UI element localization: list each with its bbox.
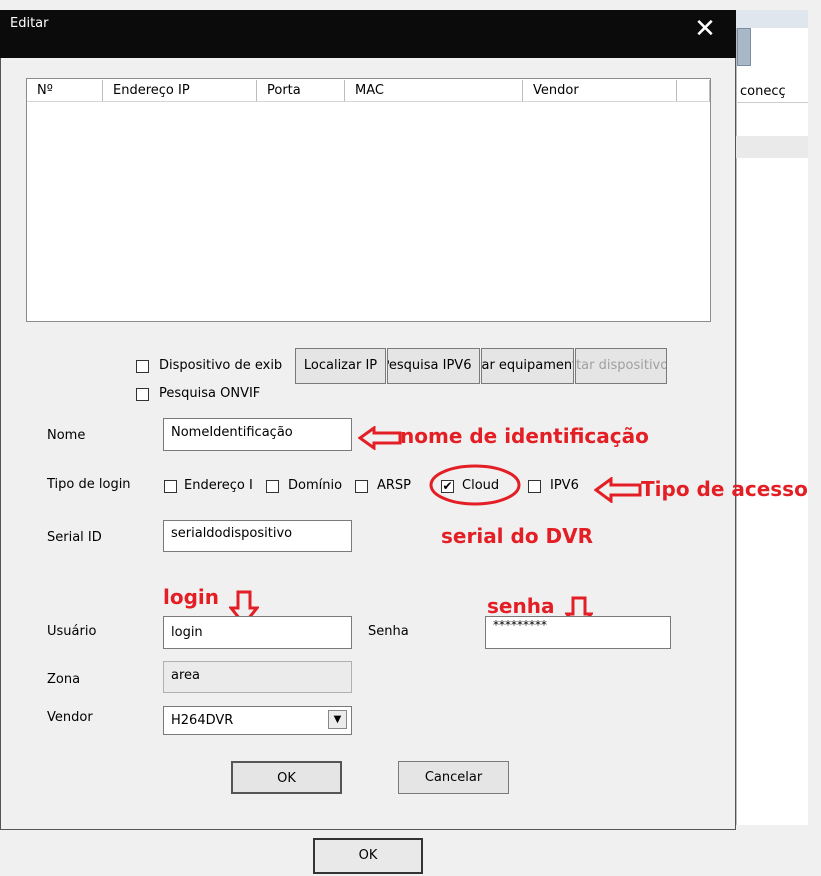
usuario-input[interactable]: login <box>163 616 352 649</box>
dialog-titlebar[interactable] <box>0 10 736 58</box>
tipo-annotation: Tipo de acesso <box>641 477 808 501</box>
serial-label: Serial ID <box>47 530 102 545</box>
background-window <box>736 10 808 825</box>
editar-dispositivo-button[interactable]: Editar dispositivo <box>575 348 667 384</box>
ok-button[interactable]: OK <box>231 761 342 794</box>
dispositivo-checkbox-label: Dispositivo de exib <box>159 358 283 373</box>
tipo-login-label: Tipo de login <box>47 477 131 492</box>
serial-input[interactable]: serialdodispositivo <box>163 520 352 552</box>
login-type-ipv6-label: IPV6 <box>550 478 579 493</box>
login-type-arsp-label: ARSP <box>377 478 412 493</box>
onvif-checkbox-label: Pesquisa ONVIF <box>159 386 261 401</box>
dialog-title: Editar <box>10 16 49 31</box>
nome-label: Nome <box>47 428 86 443</box>
zona-input: area <box>163 661 352 693</box>
column-header-mac[interactable]: MAC <box>345 80 523 102</box>
dispositivo-checkbox[interactable] <box>136 360 149 373</box>
cancelar-button[interactable]: Cancelar <box>398 761 509 794</box>
vendor-select[interactable]: H264DVR <box>163 706 352 735</box>
nome-input[interactable]: NomeIdentificação <box>163 418 352 451</box>
column-header-port[interactable]: Porta <box>257 80 345 102</box>
zona-label: Zona <box>47 672 81 687</box>
nome-annotation: nome de identificação <box>400 424 649 448</box>
column-header-vendor[interactable]: Vendor <box>523 80 677 102</box>
onvif-checkbox[interactable] <box>136 388 149 401</box>
background-toolbar-icon <box>737 28 751 66</box>
vendor-label: Vendor <box>47 710 93 725</box>
background-title-strip <box>736 10 808 28</box>
column-header-number[interactable]: Nº <box>27 80 103 102</box>
login-type-endereco-label: Endereço I <box>184 478 253 493</box>
highlight-circle-icon <box>429 464 521 506</box>
login-annotation: login <box>163 585 220 609</box>
serial-annotation: serial do DVR <box>441 524 594 548</box>
localizar-ip-button[interactable]: Localizar IP <box>295 348 386 384</box>
adicionar-equipamento-button[interactable]: Adicionar equipamento <box>481 348 574 384</box>
senha-annotation: senha <box>487 594 555 618</box>
close-icon[interactable]: ✕ <box>690 16 720 42</box>
background-list-row <box>736 136 808 158</box>
senha-label: Senha <box>368 624 409 639</box>
arrow-left-icon <box>358 426 402 450</box>
login-type-arsp-checkbox[interactable] <box>355 480 368 493</box>
background-ok-button[interactable]: OK <box>313 838 423 874</box>
login-type-ipv6-checkbox[interactable] <box>528 480 541 493</box>
background-column-header: conecç <box>736 80 808 103</box>
senha-input[interactable]: ********* <box>485 616 671 649</box>
column-header-extra[interactable] <box>677 80 710 102</box>
device-list[interactable] <box>26 78 711 322</box>
chevron-down-icon[interactable]: ▼ <box>328 710 347 729</box>
column-header-ip[interactable]: Endereço IP <box>103 80 257 102</box>
login-type-endereco-checkbox[interactable] <box>164 480 177 493</box>
pesquisa-ipv6-button[interactable]: Pesquisa IPV6 <box>387 348 480 384</box>
login-type-dominio-checkbox[interactable] <box>266 480 279 493</box>
login-type-dominio-label: Domínio <box>288 478 343 493</box>
usuario-label: Usuário <box>47 624 97 639</box>
arrow-left-icon <box>594 477 642 503</box>
